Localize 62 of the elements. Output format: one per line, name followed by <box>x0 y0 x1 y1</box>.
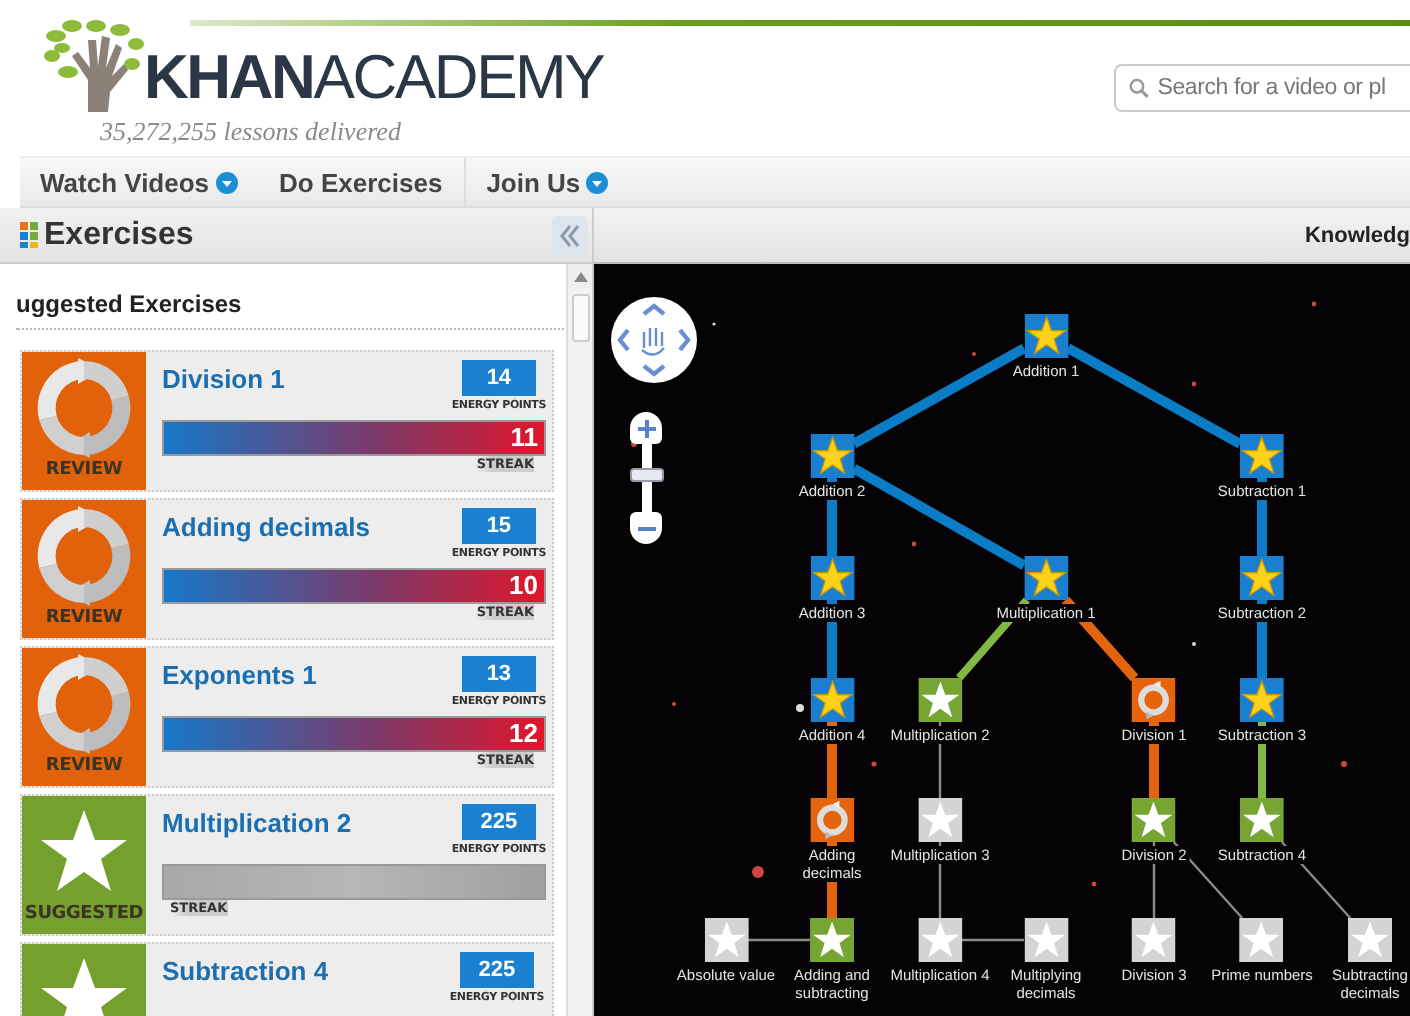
streak-count: 11 <box>510 422 538 454</box>
search-field[interactable]: Search for a video or pl <box>1114 64 1410 112</box>
star-icon[interactable] <box>1240 678 1284 722</box>
star-icon[interactable] <box>918 798 962 842</box>
streak-count: 10 <box>509 570 538 602</box>
streak-count: 12 <box>509 718 538 750</box>
points-badge: 15 <box>461 508 536 544</box>
scroll-up-icon <box>573 271 587 281</box>
map-title: Knowledg <box>1304 223 1410 247</box>
panel-title: Exercises <box>44 217 194 253</box>
exercise-link[interactable]: Adding decimals <box>162 512 371 542</box>
points-badge: 225 <box>459 952 534 988</box>
star-icon[interactable] <box>1132 798 1176 842</box>
points-badge: 225 <box>461 804 536 840</box>
exercise-link[interactable]: Exponents 1 <box>162 660 317 690</box>
zoom-in-button[interactable] <box>630 412 662 444</box>
nav-link[interactable]: Do Exercises <box>279 158 467 206</box>
points-badge: 14 <box>461 360 536 396</box>
refresh-icon <box>34 358 134 458</box>
nav-link[interactable]: Watch Videos <box>40 158 260 206</box>
star-icon[interactable] <box>810 556 854 600</box>
star-icon[interactable] <box>704 918 748 962</box>
refresh-icon[interactable] <box>810 798 854 842</box>
refresh-icon <box>34 506 134 606</box>
search-icon <box>1128 76 1150 100</box>
badge-label: REVIEW <box>45 460 123 480</box>
badge-label: SUGGESTED <box>24 904 144 924</box>
minus-icon <box>637 525 655 531</box>
double-chevron-icon <box>558 223 582 247</box>
star-icon[interactable] <box>1240 556 1284 600</box>
refresh-icon[interactable] <box>1132 678 1176 722</box>
star-icon[interactable] <box>1024 314 1068 358</box>
nav-link[interactable]: Join Us <box>486 158 631 206</box>
exercise-link[interactable]: Division 1 <box>162 364 285 394</box>
exercise-link[interactable]: Multiplication 2 <box>162 808 352 838</box>
star-icon[interactable] <box>810 678 854 722</box>
star-icon[interactable] <box>1024 918 1068 962</box>
scrollbar-thumb[interactable] <box>571 294 589 342</box>
star-icon[interactable] <box>1240 918 1284 962</box>
tree-logo-icon <box>44 20 144 112</box>
lessons-counter: 35,272,255 lessons delivered <box>100 116 403 148</box>
pan-control[interactable] <box>610 296 698 384</box>
star-icon[interactable] <box>918 918 962 962</box>
badge-label: REVIEW <box>45 608 123 628</box>
star-icon[interactable] <box>1240 434 1284 478</box>
logo-text[interactable]: KHANACADEMY <box>144 48 604 108</box>
zoom-handle[interactable] <box>629 468 663 483</box>
zoom-out-button[interactable] <box>630 512 662 544</box>
star-icon[interactable] <box>1348 918 1392 962</box>
star-icon[interactable] <box>1024 556 1068 600</box>
points-badge: 13 <box>461 656 536 692</box>
exercise-link[interactable]: Subtraction 4 <box>162 956 329 986</box>
star-icon[interactable] <box>810 434 854 478</box>
badge-label: REVIEW <box>45 756 123 776</box>
star-icon[interactable] <box>918 678 962 722</box>
star-icon[interactable] <box>810 918 854 962</box>
scrollbar[interactable] <box>566 264 592 1016</box>
star-icon[interactable] <box>1132 918 1176 962</box>
refresh-icon <box>34 654 134 754</box>
plus-icon <box>637 419 655 437</box>
star-icon[interactable] <box>1240 798 1284 842</box>
grid-icon <box>20 222 38 248</box>
